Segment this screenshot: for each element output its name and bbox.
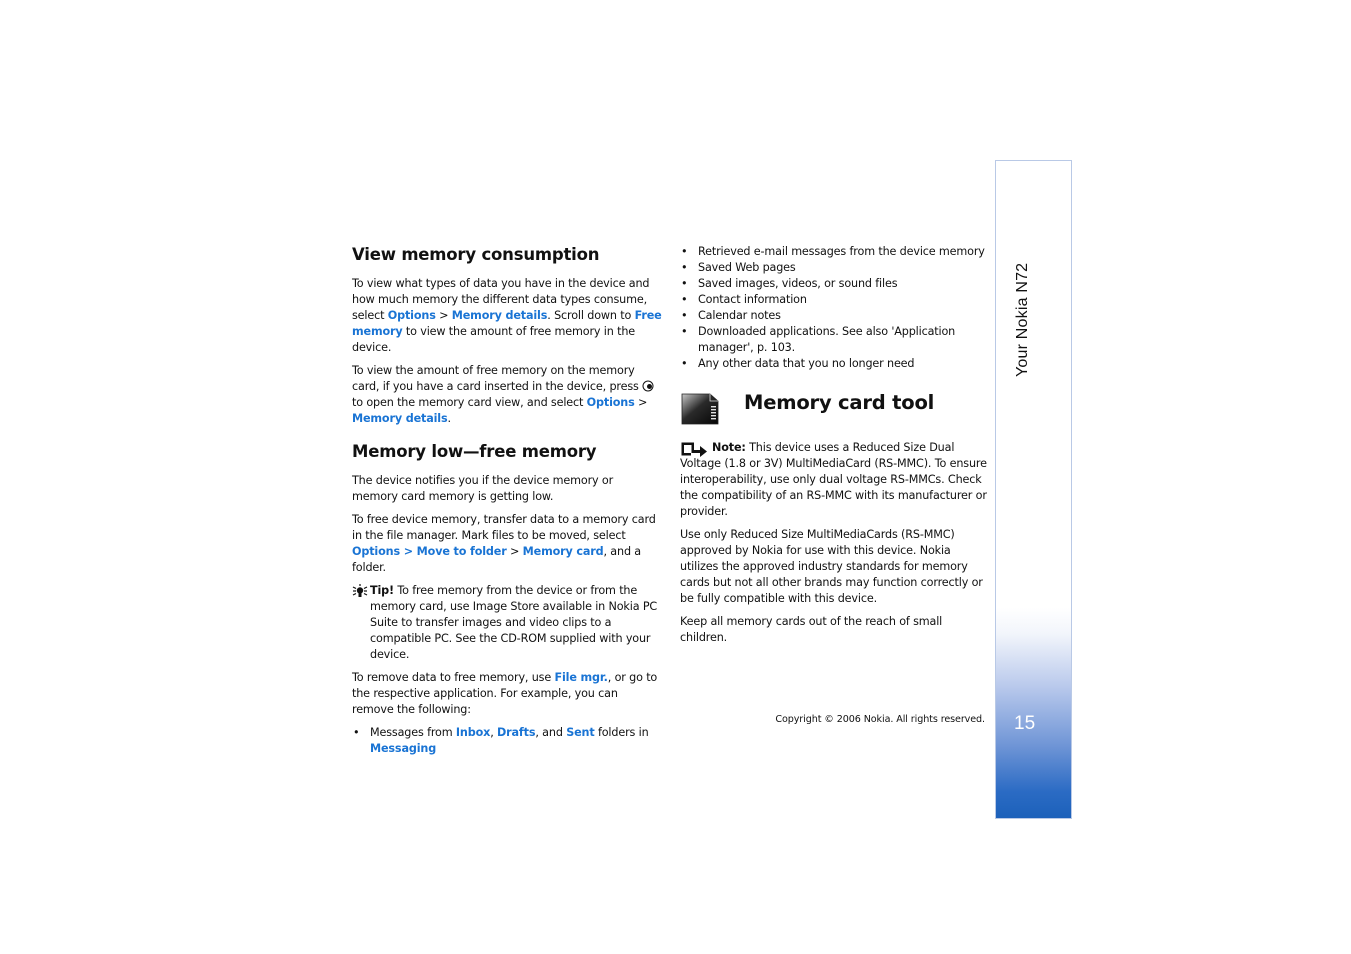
tip-label: Tip! xyxy=(370,584,394,597)
text: To remove data to free memory, use xyxy=(352,671,555,684)
page-number: 15 xyxy=(1014,713,1036,734)
menu-ref-memory-details: Memory details xyxy=(451,309,548,322)
left-column: View memory consumption To view what typ… xyxy=(352,244,662,757)
copyright-footer: Copyright © 2006 Nokia. All rights reser… xyxy=(775,714,985,725)
right-column: Retrieved e-mail messages from the devic… xyxy=(680,244,988,653)
paragraph: To view the amount of free memory on the… xyxy=(352,363,662,427)
note-icon xyxy=(681,442,707,457)
memory-card-icon xyxy=(681,393,719,425)
paragraph: To view what types of data you have in t… xyxy=(352,276,662,356)
paragraph: The device notifies you if the device me… xyxy=(352,474,614,503)
menu-ref-options: Options xyxy=(387,309,436,322)
list-item: Saved Web pages xyxy=(680,260,988,276)
section-heading-memory-card-tool: Memory card tool xyxy=(744,391,935,414)
menu-ref-options: Options xyxy=(586,396,635,409)
text: . Scroll down to xyxy=(547,309,635,322)
list-item: Retrieved e-mail messages from the devic… xyxy=(680,244,988,260)
folder-ref-inbox: Inbox xyxy=(455,726,491,739)
note-label: Note: xyxy=(712,441,746,454)
list-item: Contact information xyxy=(680,292,988,308)
app-ref-file-mgr: File mgr. xyxy=(554,671,608,684)
tip-box: Tip! To free memory from the device or f… xyxy=(352,583,662,663)
list-item: Any other data that you no longer need xyxy=(680,356,988,372)
text: to open the memory card view, and select xyxy=(352,396,587,409)
text: > xyxy=(506,545,523,558)
text: Messages from xyxy=(370,726,456,739)
folder-ref-drafts: Drafts xyxy=(497,726,536,739)
folder-ref-sent: Sent xyxy=(566,726,595,739)
text: > xyxy=(435,309,452,322)
list-item: Saved images, videos, or sound files xyxy=(680,276,988,292)
text: To free device memory, transfer data to … xyxy=(352,513,656,542)
text: folders in xyxy=(594,726,649,739)
list-item: Downloaded applications. See also 'Appli… xyxy=(680,324,988,356)
section-heading-view-memory: View memory consumption xyxy=(352,245,600,264)
removable-data-list-continued: Retrieved e-mail messages from the devic… xyxy=(680,244,988,372)
paragraph: Use only Reduced Size MultiMediaCards (R… xyxy=(680,528,983,605)
list-item: Messages from Inbox, Drafts, and Sent fo… xyxy=(352,725,662,757)
paragraph: Keep all memory cards out of the reach o… xyxy=(680,615,943,644)
paragraph: To free device memory, transfer data to … xyxy=(352,512,662,576)
menu-ref-options-move-to-folder: Options > Move to folder xyxy=(352,545,507,558)
note-box: Note: This device uses a Reduced Size Du… xyxy=(680,440,988,520)
navi-key-icon xyxy=(642,380,654,392)
list-item: Calendar notes xyxy=(680,308,988,324)
removable-data-list: Messages from Inbox, Drafts, and Sent fo… xyxy=(352,725,662,757)
text: , and xyxy=(535,726,567,739)
text: . xyxy=(447,412,452,425)
app-ref-messaging: Messaging xyxy=(370,742,437,755)
text: , xyxy=(490,726,498,739)
paragraph: To remove data to free memory, use File … xyxy=(352,670,662,718)
menu-ref-memory-card: Memory card xyxy=(522,545,604,558)
chapter-title: Your Nokia N72 xyxy=(1014,262,1031,377)
text: To view the amount of free memory on the… xyxy=(352,364,643,393)
menu-ref-memory-details: Memory details xyxy=(352,412,448,425)
text: > xyxy=(634,396,648,409)
section-heading-memory-low: Memory low—free memory xyxy=(352,442,597,461)
memory-card-tool-header: Memory card tool xyxy=(680,386,988,434)
tip-lightbulb-icon xyxy=(352,584,368,597)
tip-text: To free memory from the device or from t… xyxy=(370,584,658,661)
